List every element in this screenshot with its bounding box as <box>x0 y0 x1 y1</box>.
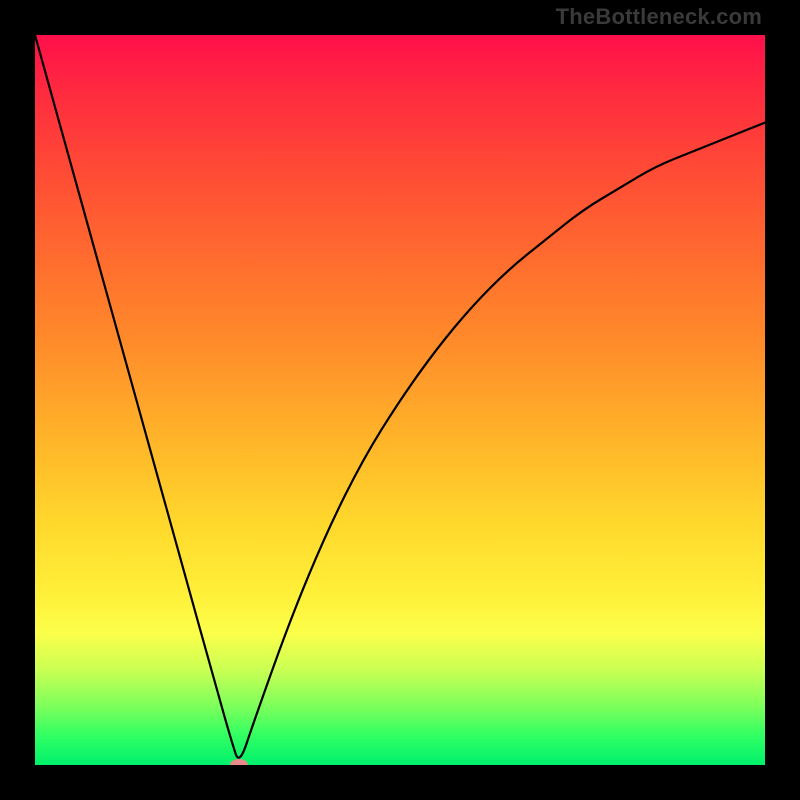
bottleneck-curve <box>35 35 765 765</box>
optimum-marker <box>230 759 248 765</box>
plot-area <box>35 35 765 765</box>
chart-frame: TheBottleneck.com <box>0 0 800 800</box>
watermark-text: TheBottleneck.com <box>556 4 762 30</box>
